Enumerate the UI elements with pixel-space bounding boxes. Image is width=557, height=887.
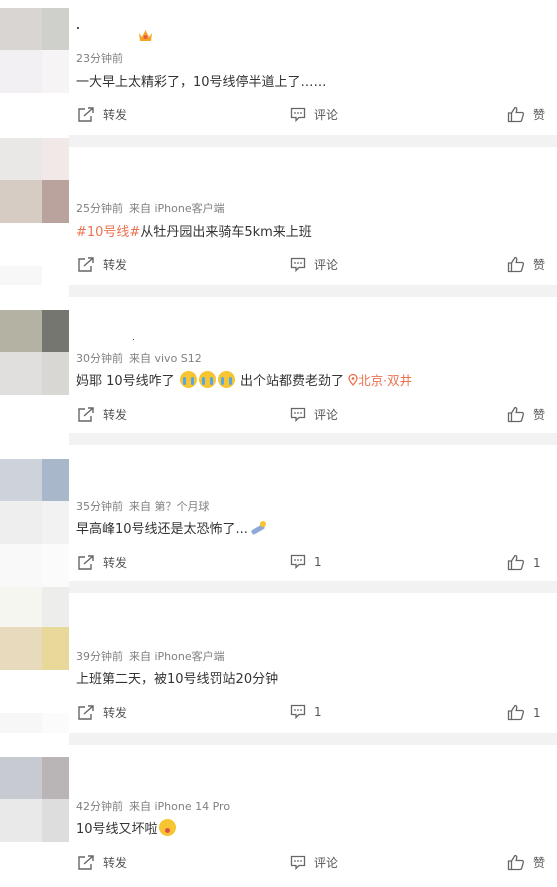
thumbs-up-icon	[507, 704, 525, 721]
like-button[interactable]: 赞	[507, 106, 545, 123]
comment-icon	[290, 554, 306, 569]
forward-label: 转发	[103, 408, 128, 422]
avatar-thumbnail[interactable]	[0, 459, 69, 587]
share-icon	[77, 106, 95, 123]
forward-button[interactable]: 转发	[77, 854, 127, 871]
comment-button[interactable]: 评论	[290, 106, 338, 123]
post-content: 早高峰10号线还是太恐怖了...	[76, 522, 248, 537]
share-icon	[77, 256, 95, 273]
comment-button[interactable]: 评论	[290, 406, 338, 423]
comment-icon	[290, 704, 306, 719]
thumbs-up-icon	[507, 406, 525, 423]
thumbs-up-icon	[507, 106, 525, 123]
forward-label: 转发	[103, 556, 128, 570]
crown-icon	[139, 30, 152, 41]
like-label: 赞	[533, 408, 546, 422]
post-source: 来自 第？个月球	[129, 500, 210, 513]
forward-button[interactable]: 转发	[77, 406, 127, 423]
avatar-thumbnail[interactable]	[0, 138, 69, 285]
post-time: 25分钟前	[76, 202, 123, 215]
avatar-thumbnail[interactable]	[0, 757, 69, 842]
share-icon	[77, 704, 95, 721]
forward-label: 转发	[103, 706, 128, 720]
forward-label: 转发	[103, 258, 128, 272]
thumbs-up-icon	[507, 256, 525, 273]
forward-label: 转发	[103, 108, 128, 122]
forward-button[interactable]: 转发	[77, 106, 127, 123]
post-time: 42分钟前	[76, 800, 123, 813]
post-content: 从牡丹园出来骑车5km来上班	[140, 225, 312, 240]
like-button[interactable]: 赞	[507, 256, 545, 273]
comment-button[interactable]: 1	[290, 704, 322, 719]
comment-label: 1	[314, 554, 322, 569]
comment-label: 评论	[314, 108, 339, 122]
comment-button[interactable]: 评论	[290, 256, 338, 273]
comment-icon	[290, 407, 306, 422]
post-content: 出个站都费老劲了	[239, 374, 344, 389]
comment-label: 评论	[314, 408, 339, 422]
crying-emoji-icon	[179, 371, 197, 388]
post-time: 39分钟前	[76, 650, 123, 663]
location-link[interactable]: 北京·双井	[348, 373, 412, 388]
thumbs-up-icon	[507, 854, 525, 871]
comment-icon	[290, 107, 306, 122]
like-button[interactable]: 赞	[507, 406, 545, 423]
post-content: 上班第二天，被10号线罚站20分钟	[76, 672, 279, 687]
share-icon	[77, 854, 95, 871]
post-source: 来自 iPhone 14 Pro	[129, 800, 231, 813]
kiss-emoji-icon	[158, 819, 176, 836]
post-content: 10号线又坏啦	[76, 822, 158, 837]
share-icon	[77, 406, 95, 423]
crying-emoji-icon	[198, 371, 216, 388]
hashtag-link[interactable]: #10号线#	[76, 225, 140, 240]
like-label: 赞	[533, 108, 546, 122]
comment-button[interactable]: 评论	[290, 854, 338, 871]
comment-button[interactable]: 1	[290, 554, 322, 569]
flashlight-emoji-icon	[249, 519, 266, 536]
avatar-thumbnail[interactable]	[0, 8, 69, 93]
comment-icon	[290, 855, 306, 870]
location-label: 北京·双井	[358, 373, 413, 388]
comment-label: 评论	[314, 258, 339, 272]
comment-label: 评论	[314, 856, 339, 870]
avatar-thumbnail[interactable]	[0, 310, 69, 395]
post-content: 妈耶 10号线咋了	[76, 374, 175, 389]
like-button[interactable]: 1	[507, 704, 541, 721]
comment-icon	[290, 257, 306, 272]
share-icon	[77, 554, 95, 571]
forward-button[interactable]: 转发	[77, 256, 127, 273]
post-time: 30分钟前	[76, 352, 123, 365]
post-time: 23分钟前	[76, 52, 123, 65]
like-button[interactable]: 1	[507, 554, 541, 571]
crying-emoji-icon	[217, 371, 235, 388]
like-label: 赞	[533, 856, 546, 870]
like-label: 赞	[533, 258, 546, 272]
forward-button[interactable]: 转发	[77, 554, 127, 571]
like-label: 1	[533, 555, 541, 570]
post-source: 来自 iPhone客户端	[129, 202, 225, 215]
location-pin-icon	[348, 374, 358, 386]
like-button[interactable]: 赞	[507, 854, 545, 871]
thumbs-up-icon	[507, 554, 525, 571]
avatar-thumbnail[interactable]	[0, 587, 69, 733]
post-source: 来自 vivo S12	[129, 352, 202, 365]
post-source: 来自 iPhone客户端	[129, 650, 225, 663]
post-time: 35分钟前	[76, 500, 123, 513]
forward-button[interactable]: 转发	[77, 704, 127, 721]
post-content: 一大早上太精彩了，10号线停半道上了……	[76, 75, 327, 90]
comment-label: 1	[314, 704, 322, 719]
like-label: 1	[533, 705, 541, 720]
forward-label: 转发	[103, 856, 128, 870]
